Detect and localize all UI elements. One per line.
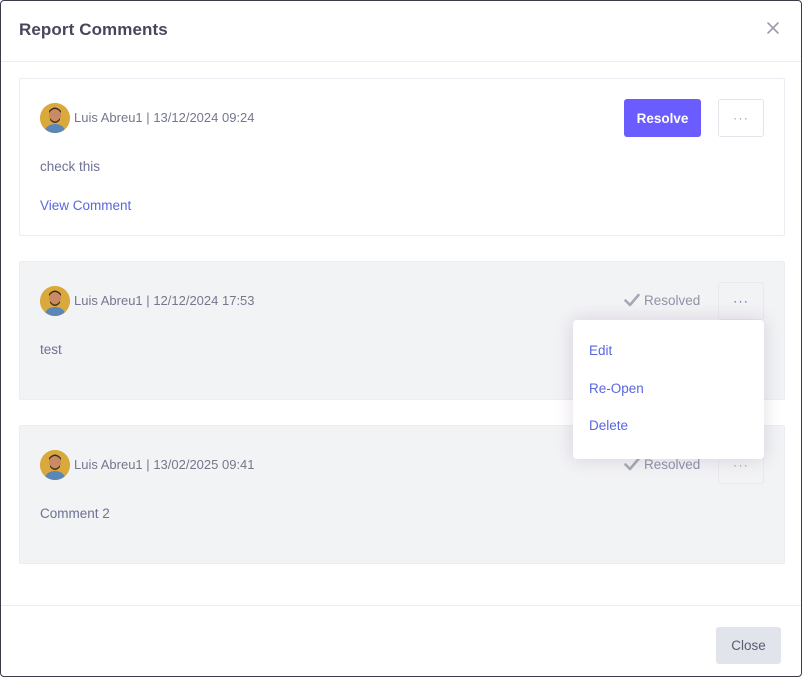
- comment-timestamp: 13/02/2025 09:41: [153, 457, 255, 472]
- comment-meta: Luis Abreu1 | 13/12/2024 09:24: [74, 110, 255, 125]
- comment-text: test: [40, 342, 62, 357]
- close-icon[interactable]: [765, 20, 781, 36]
- comment-timestamp: 13/12/2024 09:24: [153, 110, 255, 125]
- meta-separator: |: [146, 293, 150, 308]
- more-actions-button[interactable]: ···: [718, 282, 764, 320]
- comment-text: check this: [40, 159, 101, 174]
- user-avatar: [40, 103, 70, 133]
- report-comments-modal: Report Comments Luis Abreu1 | 13/12/2024…: [0, 0, 802, 677]
- modal-footer: Close: [1, 605, 801, 676]
- view-comment-link[interactable]: View Comment: [40, 198, 131, 213]
- menu-item-delete[interactable]: Delete: [589, 418, 628, 433]
- comment-card: Luis Abreu1 | 13/12/2024 09:24 Resolve ·…: [19, 78, 785, 236]
- menu-item-edit[interactable]: Edit: [589, 343, 612, 358]
- comment-author: Luis Abreu1: [74, 110, 143, 125]
- more-horizontal-icon: ···: [733, 457, 749, 473]
- close-button[interactable]: Close: [716, 627, 781, 664]
- meta-separator: |: [146, 457, 150, 472]
- comment-author: Luis Abreu1: [74, 457, 143, 472]
- resolved-label: Resolved: [644, 293, 701, 308]
- resolved-status: Resolved: [624, 293, 700, 308]
- comment-timestamp: 12/12/2024 17:53: [153, 293, 255, 308]
- comment-actions-dropdown: Edit Re-Open Delete: [573, 320, 764, 459]
- more-horizontal-icon: ···: [733, 110, 749, 126]
- user-avatar: [40, 286, 70, 316]
- resolved-status: Resolved: [624, 457, 700, 472]
- modal-header: Report Comments: [1, 1, 801, 62]
- menu-item-reopen[interactable]: Re-Open: [589, 381, 644, 396]
- comment-author: Luis Abreu1: [74, 293, 143, 308]
- user-avatar: [40, 450, 70, 480]
- resolve-button[interactable]: Resolve: [624, 99, 701, 137]
- more-actions-button[interactable]: ···: [718, 99, 764, 137]
- comment-meta: Luis Abreu1 | 13/02/2025 09:41: [74, 457, 255, 472]
- comment-text: Comment 2: [40, 506, 110, 521]
- more-horizontal-icon: ···: [733, 293, 749, 309]
- check-icon: [624, 457, 640, 471]
- comment-meta: Luis Abreu1 | 12/12/2024 17:53: [74, 293, 255, 308]
- resolved-label: Resolved: [644, 457, 701, 472]
- meta-separator: |: [146, 110, 150, 125]
- check-icon: [624, 293, 640, 307]
- modal-title: Report Comments: [19, 20, 168, 39]
